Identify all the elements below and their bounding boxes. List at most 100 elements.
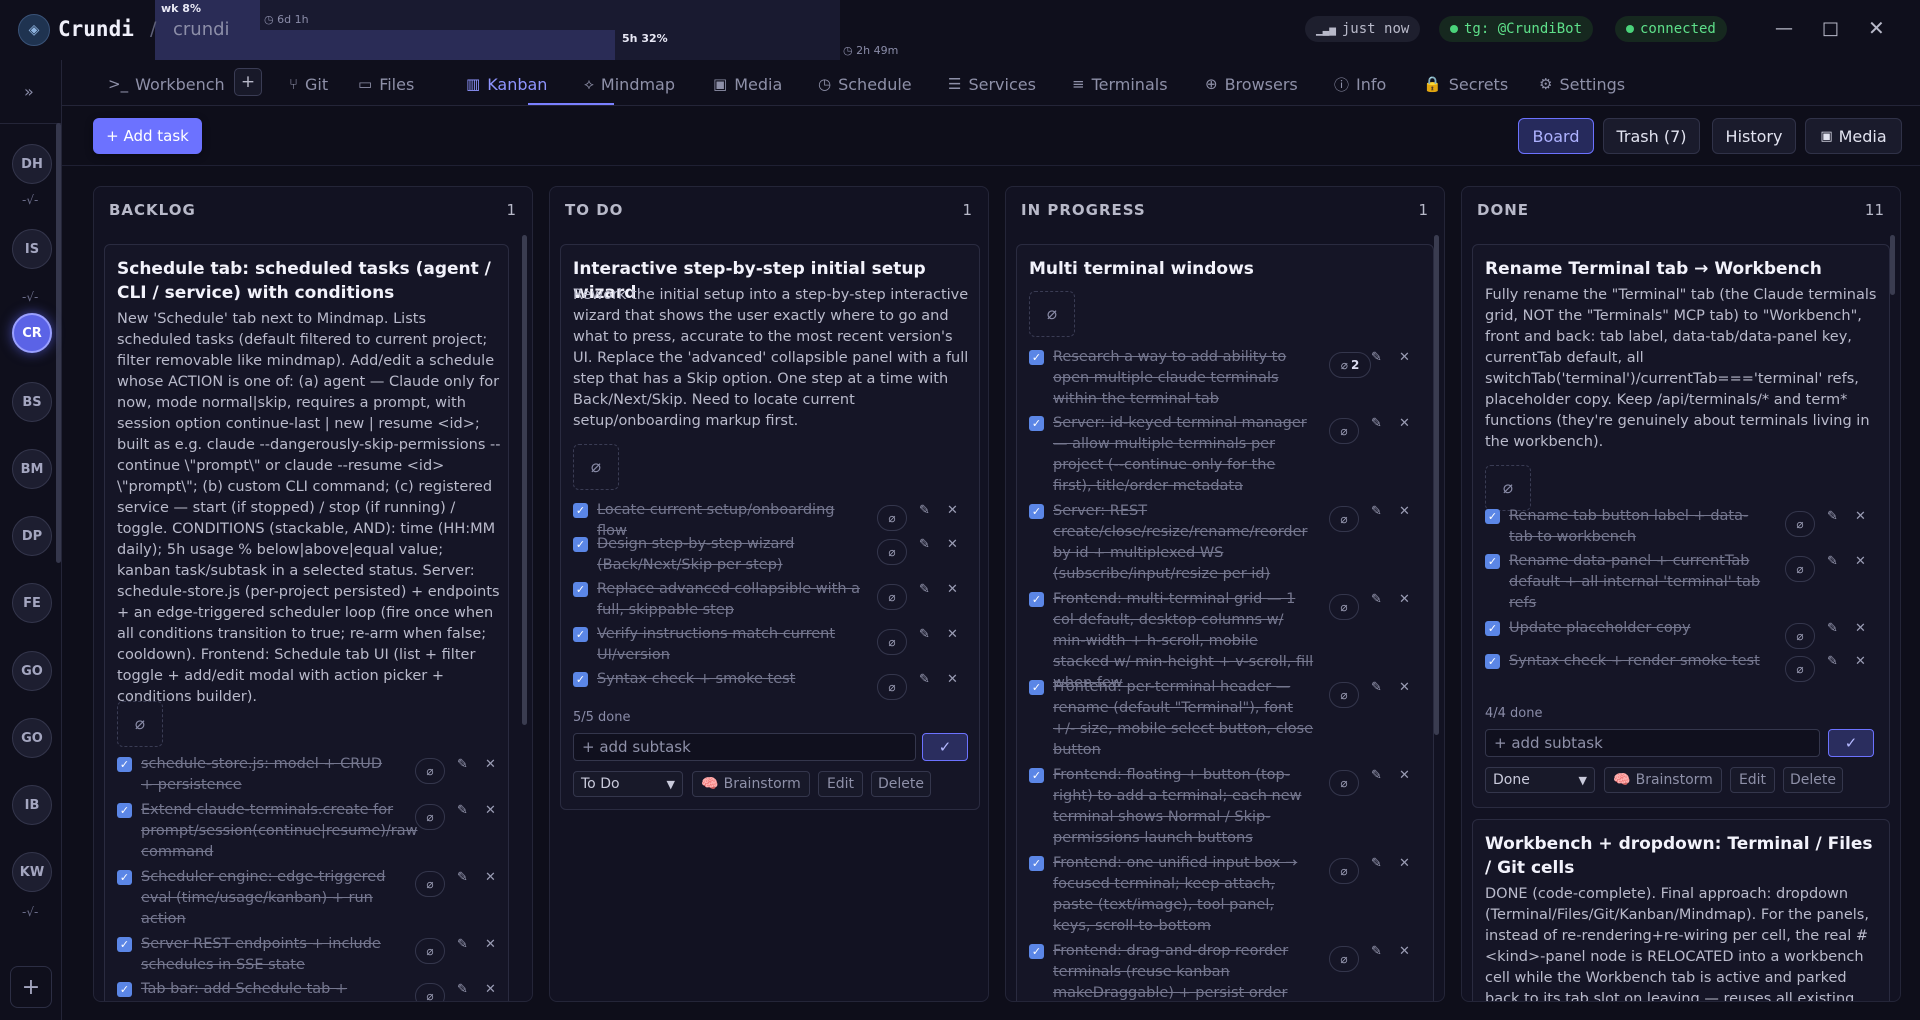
edit-subtask-icon[interactable]: ✎ — [1371, 768, 1382, 783]
delete-subtask-icon[interactable]: ✕ — [1399, 856, 1410, 871]
edit-subtask-icon[interactable]: ✎ — [1371, 944, 1382, 959]
subtask-checkbox[interactable]: ✓ — [117, 870, 132, 885]
edit-subtask-icon[interactable]: ✎ — [457, 982, 468, 997]
brainstorm-button[interactable]: 🧠 Brainstorm — [1604, 767, 1722, 793]
task-card[interactable]: Schedule tab: scheduled tasks (agent / C… — [104, 244, 509, 1001]
confirm-subtask-button[interactable]: ✓ — [922, 733, 968, 761]
subtask-checkbox[interactable]: ✓ — [1029, 768, 1044, 783]
delete-subtask-icon[interactable]: ✕ — [485, 757, 496, 772]
subtask-attach-button[interactable]: ⌀ — [877, 584, 907, 610]
subtask-attach-button[interactable]: ⌀ — [1785, 556, 1815, 582]
delete-subtask-icon[interactable]: ✕ — [947, 503, 958, 518]
subtask-checkbox[interactable]: ✓ — [573, 503, 588, 518]
subtask-attach-button[interactable]: ⌀ — [415, 758, 445, 784]
task-card[interactable]: Rename Terminal tab → Workbench Fully re… — [1472, 244, 1890, 808]
subtask-checkbox[interactable]: ✓ — [117, 982, 132, 997]
add-task-button[interactable]: + Add task — [93, 118, 202, 154]
history-button[interactable]: History — [1712, 118, 1796, 154]
telegram-pill[interactable]: tg: @CrundiBot — [1439, 16, 1594, 42]
subtask-checkbox[interactable]: ✓ — [1029, 944, 1044, 959]
edit-subtask-icon[interactable]: ✎ — [1827, 621, 1838, 636]
edit-subtask-icon[interactable]: ✎ — [1371, 592, 1382, 607]
subtask-attach-button[interactable]: ⌀ — [1329, 770, 1359, 796]
task-card[interactable]: Workbench + dropdown: Terminal / Files /… — [1472, 819, 1890, 1001]
tab-schedule[interactable]: ◷ Schedule — [818, 72, 912, 96]
subtask-checkbox[interactable]: ✓ — [1029, 592, 1044, 607]
subtask-attach-button[interactable]: ⌀ — [1785, 511, 1815, 537]
add-subtask-input[interactable]: + add subtask — [573, 733, 916, 761]
delete-subtask-icon[interactable]: ✕ — [1399, 944, 1410, 959]
edit-subtask-icon[interactable]: ✎ — [919, 582, 930, 597]
delete-subtask-icon[interactable]: ✕ — [947, 627, 958, 642]
delete-subtask-icon[interactable]: ✕ — [947, 537, 958, 552]
subtask-checkbox[interactable]: ✓ — [1485, 654, 1500, 669]
subtask-checkbox[interactable]: ✓ — [1485, 509, 1500, 524]
edit-task-button[interactable]: Edit — [1730, 767, 1775, 793]
project-avatar-ib[interactable]: IB — [12, 785, 52, 825]
attach-button[interactable]: ⌀ — [573, 444, 619, 490]
delete-subtask-icon[interactable]: ✕ — [1399, 768, 1410, 783]
edit-subtask-icon[interactable]: ✎ — [919, 503, 930, 518]
delete-subtask-icon[interactable]: ✕ — [1399, 592, 1410, 607]
breadcrumb-project[interactable]: crundi — [173, 19, 230, 40]
column-scrollbar[interactable] — [522, 235, 527, 725]
subtask-attach-button[interactable]: ⌀ 2 — [1329, 352, 1371, 378]
subtask-attach-button[interactable]: ⌀ — [1329, 946, 1359, 972]
edit-subtask-icon[interactable]: ✎ — [919, 627, 930, 642]
subtask-checkbox[interactable]: ✓ — [117, 937, 132, 952]
add-project-button[interactable]: + — [10, 966, 52, 1008]
subtask-attach-button[interactable]: ⌀ — [1329, 682, 1359, 708]
edit-subtask-icon[interactable]: ✎ — [1827, 654, 1838, 669]
subtask-attach-button[interactable]: ⌀ — [877, 674, 907, 700]
edit-subtask-icon[interactable]: ✎ — [1371, 350, 1382, 365]
tab-terminals[interactable]: ≡ Terminals — [1072, 72, 1168, 96]
column-scrollbar[interactable] — [1434, 235, 1439, 735]
task-card[interactable]: Interactive step-by-step initial setup w… — [560, 244, 980, 810]
delete-task-button[interactable]: Delete — [871, 771, 931, 797]
project-avatar-fe[interactable]: FE — [12, 583, 52, 623]
expand-rail-button[interactable]: » — [24, 82, 34, 101]
project-avatar-bs[interactable]: BS — [12, 382, 52, 422]
delete-subtask-icon[interactable]: ✕ — [485, 982, 496, 997]
delete-subtask-icon[interactable]: ✕ — [1399, 350, 1410, 365]
edit-subtask-icon[interactable]: ✎ — [457, 803, 468, 818]
delete-subtask-icon[interactable]: ✕ — [947, 582, 958, 597]
rail-scrollbar[interactable] — [56, 123, 61, 563]
edit-subtask-icon[interactable]: ✎ — [457, 757, 468, 772]
tab-browsers[interactable]: ⊕ Browsers — [1205, 72, 1298, 96]
subtask-checkbox[interactable]: ✓ — [1029, 504, 1044, 519]
subtask-checkbox[interactable]: ✓ — [117, 757, 132, 772]
project-avatar-go[interactable]: GO — [12, 651, 52, 691]
edit-subtask-icon[interactable]: ✎ — [1371, 504, 1382, 519]
add-subtask-input[interactable]: + add subtask — [1485, 729, 1820, 757]
edit-subtask-icon[interactable]: ✎ — [919, 537, 930, 552]
subtask-checkbox[interactable]: ✓ — [1485, 621, 1500, 636]
edit-subtask-icon[interactable]: ✎ — [457, 870, 468, 885]
tab-kanban[interactable]: ▥ Kanban — [466, 72, 547, 96]
status-select[interactable]: Done ▼ — [1485, 767, 1595, 793]
delete-subtask-icon[interactable]: ✕ — [1399, 416, 1410, 431]
trash-button[interactable]: Trash (7) — [1603, 118, 1700, 154]
attach-button[interactable]: ⌀ — [117, 701, 163, 747]
subtask-checkbox[interactable]: ✓ — [1029, 856, 1044, 871]
delete-subtask-icon[interactable]: ✕ — [485, 870, 496, 885]
add-workbench-cell-button[interactable]: + — [234, 68, 262, 96]
subtask-checkbox[interactable]: ✓ — [1029, 680, 1044, 695]
delete-subtask-icon[interactable]: ✕ — [1399, 504, 1410, 519]
project-avatar-dp[interactable]: DP — [12, 516, 52, 556]
subtask-checkbox[interactable]: ✓ — [573, 672, 588, 687]
tab-services[interactable]: ☰ Services — [948, 72, 1036, 96]
tab-files[interactable]: ▭ Files — [358, 72, 414, 96]
minimize-button[interactable]: — — [1775, 18, 1793, 39]
subtask-checkbox[interactable]: ✓ — [1485, 554, 1500, 569]
tab-media[interactable]: ▣ Media — [713, 72, 782, 96]
subtask-attach-button[interactable]: ⌀ — [415, 871, 445, 897]
subtask-checkbox[interactable]: ✓ — [117, 803, 132, 818]
delete-subtask-icon[interactable]: ✕ — [485, 803, 496, 818]
attach-button[interactable]: ⌀ — [1485, 465, 1531, 511]
subtask-checkbox[interactable]: ✓ — [573, 627, 588, 642]
subtask-checkbox[interactable]: ✓ — [1029, 416, 1044, 431]
board-view-button[interactable]: Board — [1518, 118, 1594, 154]
brainstorm-button[interactable]: 🧠 Brainstorm — [692, 771, 810, 797]
delete-subtask-icon[interactable]: ✕ — [947, 672, 958, 687]
